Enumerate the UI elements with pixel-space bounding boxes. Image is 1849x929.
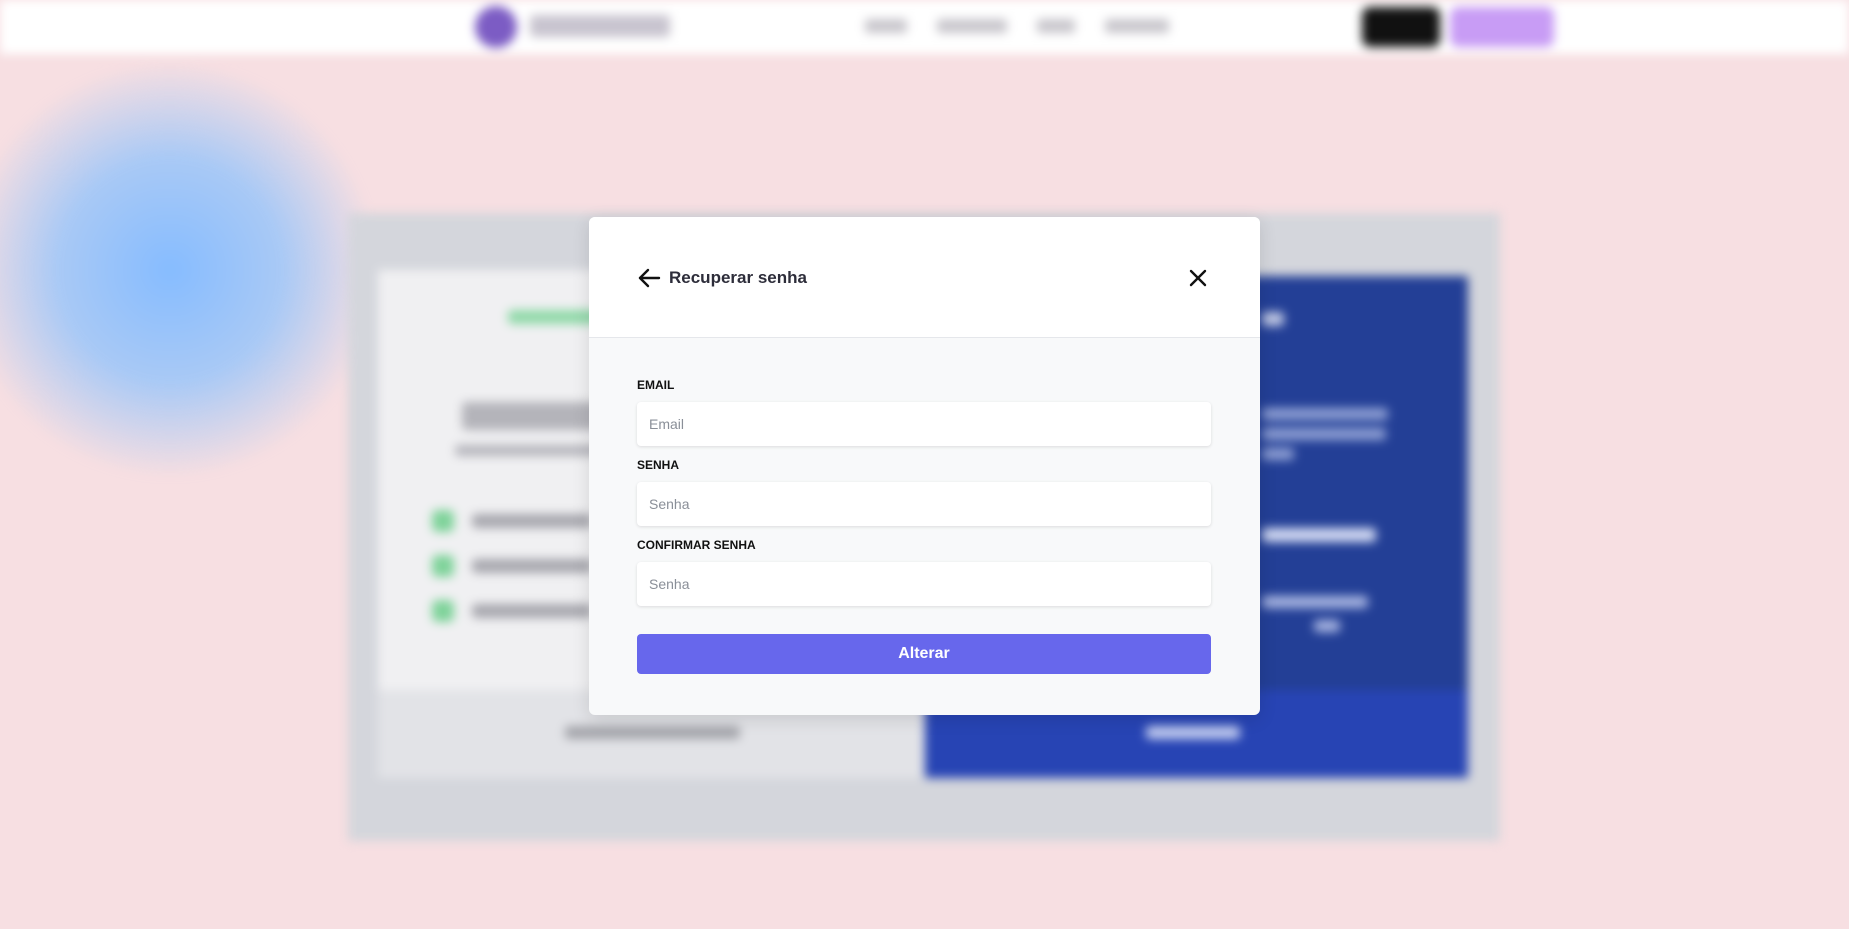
close-icon[interactable]	[1187, 267, 1209, 289]
recover-password-modal: Recuperar senha EMAIL SENHA CONFIRMAR SE…	[589, 217, 1260, 715]
password-label: SENHA	[637, 458, 680, 472]
check-icon	[432, 555, 454, 577]
modal-title: Recuperar senha	[669, 268, 807, 287]
header-button-dark-blurred	[1362, 7, 1440, 47]
top-navigation-bar	[0, 0, 1849, 54]
blurred-text	[455, 445, 605, 456]
submit-button[interactable]: Alterar	[637, 634, 1211, 674]
nav-link-blurred	[937, 19, 1007, 33]
check-icon	[432, 510, 454, 532]
email-label: EMAIL	[637, 378, 675, 392]
blurred-text	[1262, 596, 1368, 608]
nav-link-blurred	[1105, 19, 1169, 33]
blurred-text	[1314, 620, 1340, 632]
decorative-glow	[0, 60, 380, 480]
confirm-password-input[interactable]	[637, 562, 1211, 606]
nav-link-blurred	[1037, 19, 1075, 33]
blurred-text	[1262, 428, 1386, 440]
nav-link-blurred	[865, 19, 907, 33]
header-button-purple-blurred	[1450, 7, 1554, 47]
blurred-text	[1262, 408, 1388, 420]
blurred-text	[1262, 312, 1284, 326]
blurred-text	[1146, 726, 1240, 739]
blurred-text	[1262, 448, 1294, 460]
blurred-text	[472, 604, 592, 618]
brand-name-blurred	[530, 15, 670, 37]
blurred-text	[462, 402, 602, 430]
confirm-password-label: CONFIRMAR SENHA	[637, 538, 756, 552]
blurred-text	[508, 310, 598, 324]
check-icon	[432, 600, 454, 622]
blurred-text	[1262, 528, 1376, 542]
blurred-text	[472, 559, 592, 573]
password-input[interactable]	[637, 482, 1211, 526]
arrow-left-icon[interactable]	[636, 265, 662, 291]
blurred-text	[472, 514, 592, 528]
modal-header: Recuperar senha	[589, 217, 1260, 338]
email-input[interactable]	[637, 402, 1211, 446]
blurred-text	[565, 726, 740, 739]
brand-logo	[475, 6, 517, 48]
